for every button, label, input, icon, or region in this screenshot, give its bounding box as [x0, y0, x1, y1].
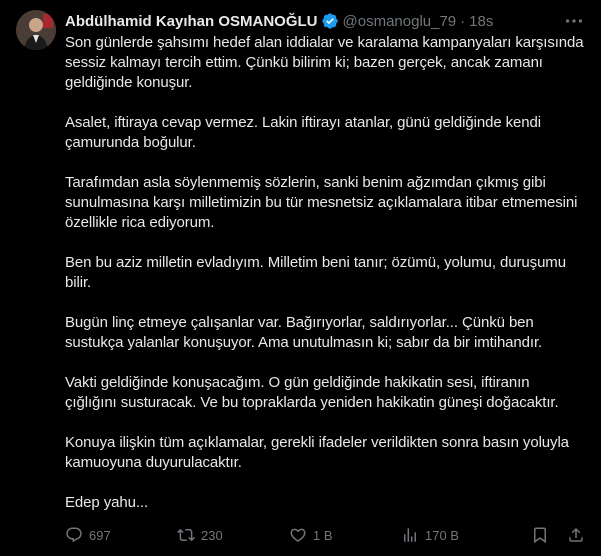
verified-badge-icon [321, 12, 339, 30]
views-icon [404, 528, 416, 542]
bookmark-button[interactable] [531, 526, 549, 544]
tweet-paragraph: Edep yahu... [65, 494, 149, 511]
author-display-name[interactable]: Abdülhamid Kayıhan OSMANOĞLU [65, 13, 318, 30]
share-button[interactable] [567, 526, 585, 544]
views-count: 170 B [425, 527, 459, 543]
repost-button[interactable]: 230 [177, 526, 289, 544]
tweet-paragraph: Konuya ilişkin tüm açıklamalar, gerekli … [65, 434, 569, 471]
tweet-paragraph: Vakti geldiğinde konuşacağım. O gün geld… [65, 374, 559, 411]
separator-dot: · [460, 12, 466, 30]
repost-count: 230 [201, 527, 223, 543]
tweet-text: Son günlerde şahsımı hedef alan iddialar… [65, 33, 585, 533]
more-horizontal-icon[interactable] [563, 10, 585, 32]
like-button[interactable]: 1 B [289, 526, 401, 544]
author-handle[interactable]: @osmanoglu_79 [343, 13, 457, 30]
avatar-image [16, 10, 56, 50]
heart-icon [290, 528, 306, 542]
tweet-timestamp[interactable]: 18s [469, 13, 493, 30]
tweet-actions: 697 230 1 B 170 B [65, 523, 585, 547]
views-button[interactable]: 170 B [401, 526, 501, 544]
avatar[interactable] [16, 10, 56, 50]
tweet-paragraph: Tarafımdan asla söylenmemiş sözlerin, sa… [65, 174, 578, 231]
tweet-paragraph: Asalet, iftiraya cevap vermez. Lakin ift… [65, 114, 542, 151]
tweet[interactable]: Abdülhamid Kayıhan OSMANOĞLU @osmanoglu_… [0, 0, 601, 556]
tweet-paragraph: Bugün linç etmeye çalışanlar var. Bağırı… [65, 314, 543, 351]
tweet-paragraph: Ben bu aziz milletin evladıyım. Milletim… [65, 254, 566, 291]
reply-icon [66, 527, 82, 543]
tweet-header: Abdülhamid Kayıhan OSMANOĞLU @osmanoglu_… [65, 11, 585, 31]
reply-button[interactable]: 697 [65, 526, 177, 544]
repost-icon [177, 528, 195, 542]
bookmark-icon [534, 527, 546, 544]
reply-count: 697 [89, 527, 111, 543]
tweet-paragraph: Son günlerde şahsımı hedef alan iddialar… [65, 34, 584, 91]
like-count: 1 B [313, 527, 333, 543]
tweet-actions-right [531, 526, 585, 544]
share-icon [569, 527, 583, 542]
